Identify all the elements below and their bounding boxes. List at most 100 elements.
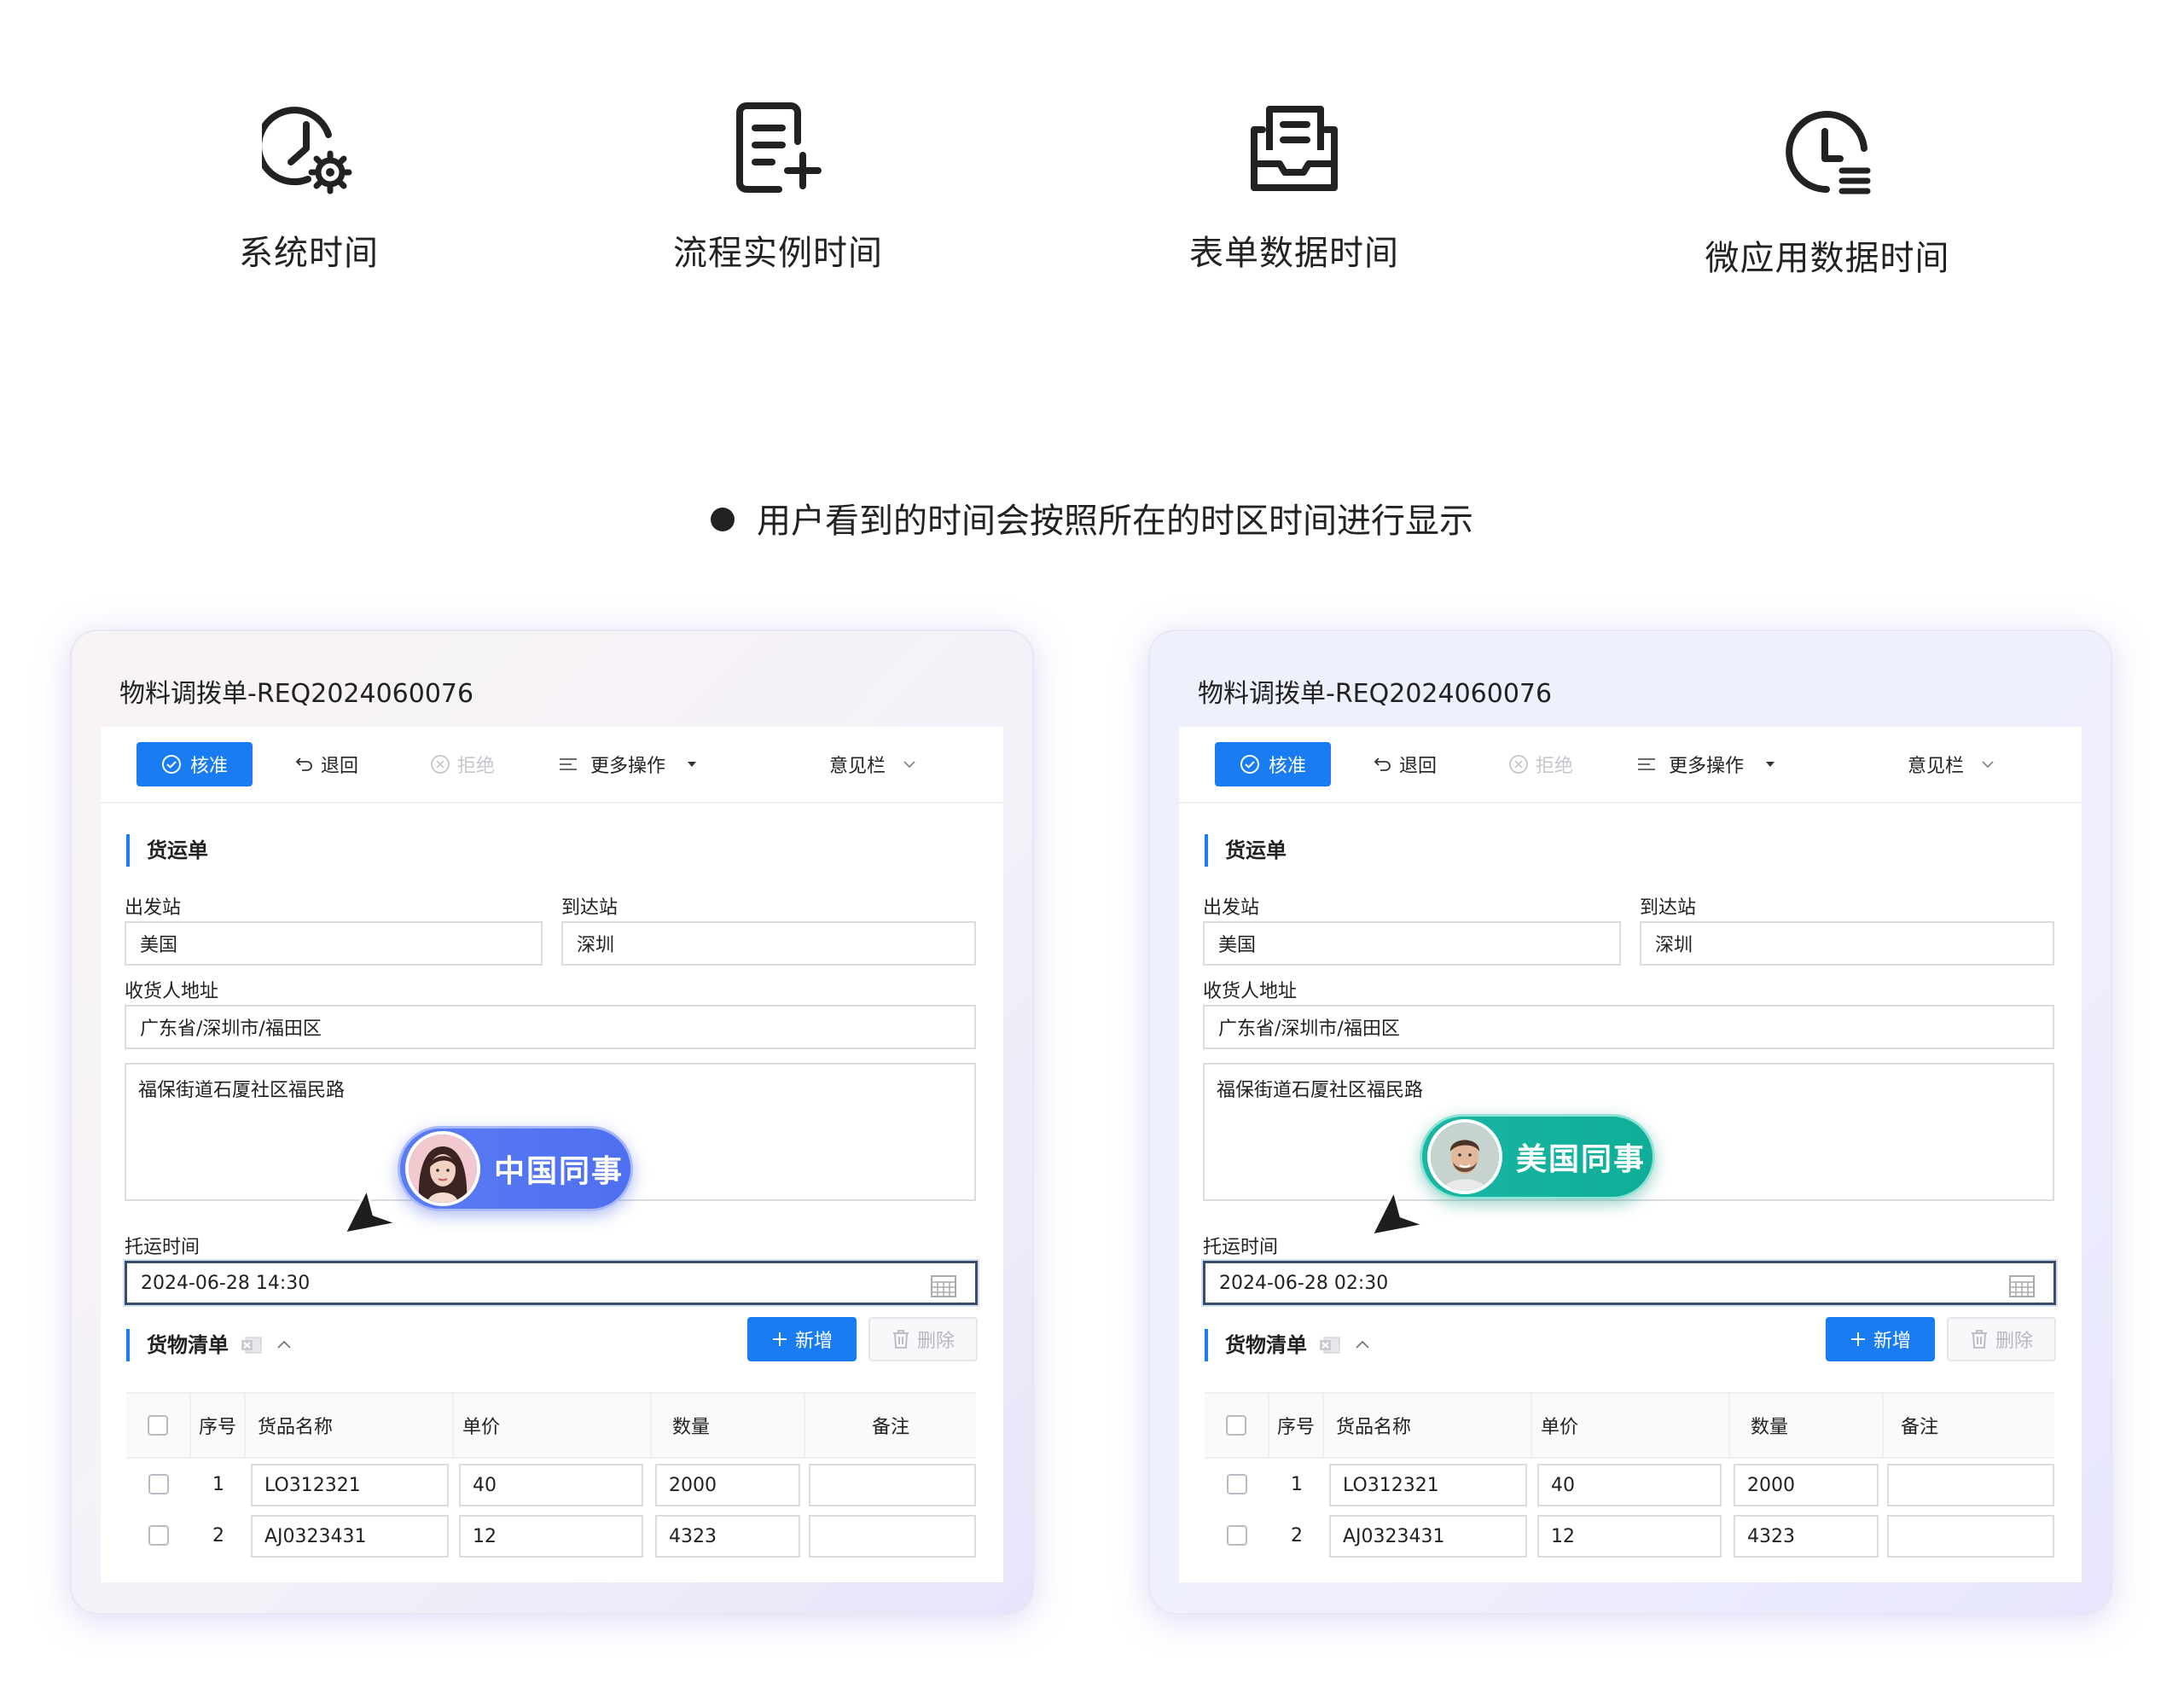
return-button[interactable]: 退回 [295,742,358,786]
section-title-goods: 货物清单 [126,1329,293,1361]
goods-name-input[interactable]: LO312321 [251,1464,449,1506]
col-header: 货品名称 [1324,1394,1532,1457]
region-input[interactable]: 广东省/深圳市/福田区 [1203,1005,2054,1049]
arrive-input[interactable]: 深圳 [1640,921,2054,966]
woman-avatar-icon [409,1134,477,1203]
goods-name-input[interactable]: AJ0323431 [251,1515,449,1558]
opinion-dropdown[interactable]: 意见栏 [829,742,918,786]
depart-input[interactable]: 美国 [125,921,543,966]
delete-label: 删除 [916,1331,955,1352]
feature-process-time: 流程实例时间 [599,101,957,275]
ship-time-label: 托运时间 [125,1237,200,1258]
row-checkbox[interactable] [148,1525,169,1546]
reject-button[interactable]: 拒绝 [1508,742,1573,786]
feature-system-time: 系统时间 [130,101,488,275]
col-header: 序号 [1269,1394,1324,1457]
calendar-icon[interactable] [2009,1274,2035,1297]
remark-input[interactable] [809,1464,976,1506]
cursor-arrow-icon [343,1187,399,1235]
ship-time-input[interactable]: 2024-06-28 02:30 [1203,1261,2056,1305]
form-card-usa: 物料调拨单-REQ2024060076 核准 退回 拒绝 更多操作 意见栏 货运… [1148,630,2112,1615]
price-input[interactable]: 40 [1537,1464,1722,1506]
goods-name-input[interactable]: AJ0323431 [1329,1515,1527,1558]
col-header: 序号 [191,1394,246,1457]
approve-button[interactable]: 核准 [136,742,253,786]
qty-input[interactable]: 4323 [1734,1515,1879,1558]
ship-time-label: 托运时间 [1203,1237,1279,1258]
close-circle-icon [1509,755,1528,774]
depart-input[interactable]: 美国 [1203,921,1621,966]
ship-time-input[interactable]: 2024-06-28 14:30 [125,1261,978,1305]
feature-microapp-time: 微应用数据时间 [1648,106,2007,280]
price-input[interactable]: 12 [1537,1515,1722,1558]
goods-title: 货物清单 [147,1333,229,1357]
qty-input[interactable]: 2000 [1734,1464,1879,1506]
table-row: 2 AJ0323431 12 4323 [126,1510,976,1561]
feature-form-time: 表单数据时间 [1115,101,1473,275]
address-label: 收货人地址 [1203,981,1298,1002]
document-add-icon [736,102,822,193]
ship-time-value: 2024-06-28 14:30 [141,1272,311,1294]
delete-row-button[interactable]: 删除 [1947,1317,2056,1361]
bullet-dot [711,508,735,531]
row-number: 1 [212,1473,224,1495]
calendar-icon[interactable] [931,1274,956,1297]
row-number: 2 [1291,1524,1303,1546]
feature-label: 流程实例时间 [673,234,883,273]
remark-input[interactable] [1887,1464,2054,1506]
excel-icon[interactable] [1319,1336,1341,1355]
clock-list-icon [1786,111,1871,194]
man-avatar-icon [1431,1123,1499,1191]
region-input[interactable]: 广东省/深圳市/福田区 [125,1005,976,1049]
chevron-up-icon[interactable] [1353,1336,1372,1355]
add-label: 新增 [794,1331,833,1352]
price-input[interactable]: 40 [459,1464,643,1506]
plus-icon [772,1332,787,1346]
excel-icon[interactable] [241,1336,263,1355]
goods-name-input[interactable]: LO312321 [1329,1464,1527,1506]
remark-input[interactable] [1887,1515,2054,1558]
add-row-button[interactable]: 新增 [747,1317,857,1361]
arrive-input[interactable]: 深圳 [561,921,976,966]
qty-input[interactable]: 2000 [655,1464,800,1506]
approve-button[interactable]: 核准 [1215,742,1331,786]
undo-icon [1374,757,1391,771]
table-row: 2 AJ0323431 12 4323 [1205,1510,2054,1561]
return-button[interactable]: 退回 [1374,742,1437,786]
col-header: 货品名称 [246,1394,454,1457]
form-card-china: 物料调拨单-REQ2024060076 核准 退回 拒绝 更多操作 意见栏 货运… [70,630,1034,1615]
row-checkbox-cell [126,1459,191,1510]
opinion-label: 意见栏 [829,756,886,777]
chevron-up-icon[interactable] [275,1336,293,1355]
avatar [405,1131,480,1206]
row-checkbox[interactable] [148,1474,169,1494]
more-actions-dropdown[interactable]: 更多操作 [558,742,700,786]
col-header: 单价 [454,1394,652,1457]
row-checkbox-cell [126,1510,191,1561]
remark-input[interactable] [809,1515,976,1558]
row-checkbox[interactable] [1227,1474,1247,1494]
delete-row-button[interactable]: 删除 [868,1317,978,1361]
reject-button[interactable]: 拒绝 [430,742,495,786]
badge-label: 中国同事 [494,1154,624,1189]
caret-down-icon [1766,762,1775,767]
chevron-down-icon [903,761,915,769]
more-actions-dropdown[interactable]: 更多操作 [1636,742,1778,786]
feature-label: 微应用数据时间 [1705,239,1950,278]
avatar [1427,1119,1502,1194]
opinion-dropdown[interactable]: 意见栏 [1908,742,1996,786]
add-row-button[interactable]: 新增 [1826,1317,1935,1361]
badge-label: 美国同事 [1516,1142,1647,1177]
col-header: 单价 [1532,1394,1730,1457]
col-header: 数量 [652,1394,805,1457]
row-checkbox[interactable] [1227,1525,1247,1546]
select-all-checkbox[interactable] [1226,1415,1246,1436]
more-actions-label: 更多操作 [590,756,666,777]
more-actions-label: 更多操作 [1669,756,1745,777]
qty-input[interactable]: 4323 [655,1515,800,1558]
select-all-checkbox[interactable] [148,1415,168,1436]
price-input[interactable]: 12 [459,1515,643,1558]
form-title: 物料调拨单-REQ2024060076 [1198,679,1553,709]
col-header: 数量 [1730,1394,1884,1457]
clock-gear-icon [262,107,352,194]
